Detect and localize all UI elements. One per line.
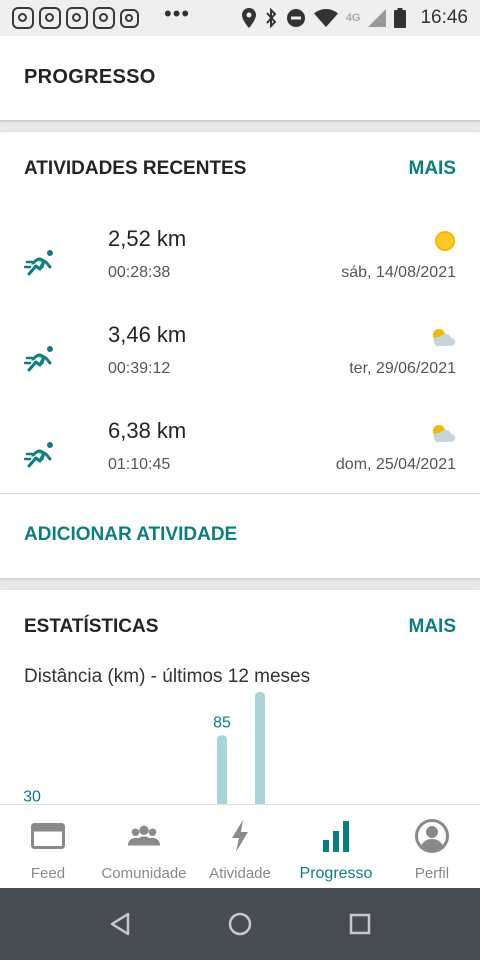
home-icon[interactable]: [225, 909, 255, 939]
activity-distance: 6,38 km: [108, 418, 187, 443]
chart-label: Distância (km) - últimos 12 meses: [24, 666, 311, 687]
bottom-nav: Feed Comunidade Atividade Progresso Perf…: [0, 804, 480, 888]
statistics-card: ESTATÍSTICAS MAIS Distância (km) - últim…: [0, 590, 480, 820]
system-nav-bar: [0, 888, 480, 960]
profile-icon: [415, 819, 449, 853]
app-header: PROGRESSO: [0, 36, 480, 120]
recent-activities-title: ATIVIDADES RECENTES: [24, 158, 247, 179]
activity-distance: 2,52 km: [108, 226, 187, 251]
recents-icon[interactable]: [345, 909, 375, 939]
add-activity-button[interactable]: ADICIONAR ATIVIDADE: [24, 524, 237, 546]
activity-date: dom, 25/04/2021: [335, 456, 456, 473]
activity-duration: 00:39:12: [108, 360, 171, 377]
instagram-icon: [39, 7, 61, 29]
divider: [0, 493, 480, 494]
more-notifications-icon: •••: [164, 1, 191, 26]
nav-label: Perfil: [414, 865, 450, 882]
partly-cloudy-icon: [433, 425, 455, 442]
status-bar: ••• 4G 16:46: [0, 0, 480, 36]
running-icon: [24, 250, 53, 276]
battery-icon: [394, 8, 407, 28]
back-icon[interactable]: [105, 909, 135, 939]
activity-item[interactable]: 2,52 km 00:28:38 sáb, 14/08/2021: [0, 216, 480, 306]
nav-label: Feed: [30, 865, 66, 882]
wifi-icon: [313, 9, 338, 27]
page-title: PROGRESSO: [24, 66, 156, 88]
feed-icon: [31, 819, 65, 853]
nav-community[interactable]: Comunidade: [96, 805, 192, 888]
community-icon: [127, 819, 161, 853]
clock: 16:46: [420, 7, 468, 28]
nav-activity[interactable]: Atividade: [192, 805, 288, 888]
chart-value-label: 85: [213, 714, 231, 731]
partly-cloudy-icon: [433, 329, 455, 346]
nav-label: Progresso: [299, 865, 373, 882]
nav-progress[interactable]: Progresso: [288, 805, 384, 888]
running-icon: [24, 346, 53, 372]
statistics-more-link[interactable]: MAIS: [409, 616, 457, 638]
lightning-icon: [223, 819, 257, 853]
instagram-icon: [12, 7, 34, 29]
chart-bar: [255, 692, 265, 820]
activity-date: ter, 29/06/2021: [349, 360, 456, 377]
network-type: 4G: [345, 12, 361, 24]
running-icon: [24, 442, 53, 468]
bar-chart-icon: [319, 819, 353, 853]
nav-profile[interactable]: Perfil: [384, 805, 480, 888]
instagram-icon: [120, 8, 139, 28]
nav-label: Atividade: [209, 865, 271, 882]
activity-distance: 3,46 km: [108, 322, 187, 347]
location-icon: [241, 8, 256, 28]
recent-activities-card: ATIVIDADES RECENTES MAIS 2,52 km 00:28:3…: [0, 132, 480, 578]
activity-date: sáb, 14/08/2021: [341, 264, 456, 281]
sun-icon: [435, 231, 455, 251]
activity-duration: 00:28:38: [108, 264, 171, 281]
recent-more-link[interactable]: MAIS: [409, 158, 457, 180]
nav-feed[interactable]: Feed: [0, 805, 96, 888]
signal-icon: [368, 9, 387, 27]
notification-icons: •••: [12, 3, 190, 29]
instagram-icon: [93, 7, 115, 29]
nav-label: Comunidade: [101, 865, 187, 882]
activity-duration: 01:10:45: [108, 456, 171, 473]
chart-value-label: 30: [23, 789, 41, 806]
bluetooth-icon: [264, 8, 278, 28]
distance-chart: 3085117: [23, 692, 265, 820]
instagram-icon: [66, 7, 88, 29]
do-not-disturb-icon: [286, 8, 306, 28]
statistics-title: ESTATÍSTICAS: [24, 616, 159, 637]
activity-item[interactable]: 3,46 km 00:39:12 ter, 29/06/2021: [0, 312, 480, 402]
activity-item[interactable]: 6,38 km 01:10:45 dom, 25/04/2021: [0, 408, 480, 498]
